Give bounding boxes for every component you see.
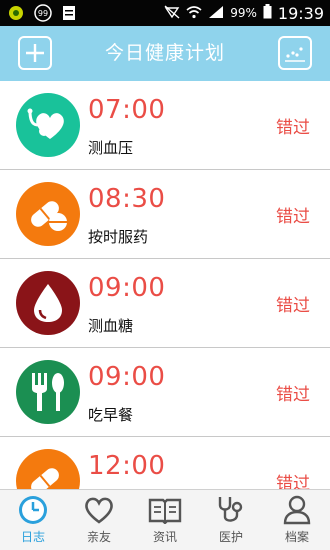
- nav-item-news[interactable]: 资讯: [132, 490, 198, 550]
- nav-item-friends[interactable]: 亲友: [66, 490, 132, 550]
- clock-icon: [17, 494, 49, 526]
- battery-percent: 99%: [230, 6, 257, 20]
- pill-icon: [16, 449, 80, 489]
- nav-item-profile[interactable]: 档案: [264, 490, 330, 550]
- heart-icon: [83, 494, 115, 526]
- heart-stethoscope-icon: [16, 93, 80, 157]
- blood-drop-icon: [16, 271, 80, 335]
- nav-item-medical[interactable]: 医护: [198, 490, 264, 550]
- header: 今日健康计划: [0, 26, 330, 81]
- schedule-item[interactable]: 12:00 错过: [0, 437, 330, 489]
- status-badge: 错过: [276, 385, 310, 405]
- status-bar: 99 99% 19:39: [0, 0, 330, 26]
- stethoscope-icon: [215, 494, 247, 526]
- book-icon: [148, 494, 182, 526]
- status-badge: 错过: [276, 207, 310, 227]
- schedule-label: 测血糖: [88, 317, 134, 335]
- schedule-item[interactable]: 07:00 测血压 错过: [0, 81, 330, 170]
- nav-label: 档案: [284, 530, 309, 544]
- chart-button[interactable]: [278, 36, 312, 70]
- pill-icon: [16, 182, 80, 246]
- wifi-icon: [186, 4, 202, 23]
- nav-label: 医护: [218, 530, 243, 544]
- status-badge: 错过: [276, 474, 310, 489]
- nav-item-log[interactable]: 日志: [0, 490, 66, 550]
- schedule-item[interactable]: 09:00 测血糖 错过: [0, 259, 330, 348]
- schedule-label: 测血压: [88, 139, 134, 157]
- schedule-label: 按时服药: [88, 228, 149, 246]
- badge-99-icon: 99: [34, 4, 52, 22]
- status-badge: 错过: [276, 296, 310, 316]
- clock-time: 19:39: [277, 3, 324, 23]
- app-notification-icon: [8, 5, 24, 21]
- battery-icon: [263, 3, 272, 23]
- status-badge: 错过: [276, 118, 310, 138]
- document-icon: [62, 5, 76, 21]
- mute-icon: [164, 4, 180, 23]
- nav-label: 亲友: [86, 530, 111, 544]
- schedule-list[interactable]: 07:00 测血压 错过 08:30 按时服药 错过 09:00 测血糖 错过 …: [0, 81, 330, 489]
- schedule-time: 07:00: [88, 95, 166, 125]
- nav-label: 资讯: [152, 530, 177, 544]
- schedule-time: 09:00: [88, 362, 166, 392]
- nav-label: 日志: [20, 530, 45, 544]
- schedule-time: 09:00: [88, 273, 166, 303]
- signal-icon: [208, 4, 224, 23]
- schedule-time: 08:30: [88, 184, 166, 214]
- fork-spoon-icon: [16, 360, 80, 424]
- person-icon: [282, 494, 312, 526]
- schedule-item[interactable]: 08:30 按时服药 错过: [0, 170, 330, 259]
- schedule-time: 12:00: [88, 451, 166, 481]
- schedule-item[interactable]: 09:00 吃早餐 错过: [0, 348, 330, 437]
- bottom-nav: 日志 亲友 资讯 医护 档案: [0, 489, 330, 550]
- schedule-label: 吃早餐: [88, 406, 134, 424]
- scatter-chart-icon: [285, 47, 305, 62]
